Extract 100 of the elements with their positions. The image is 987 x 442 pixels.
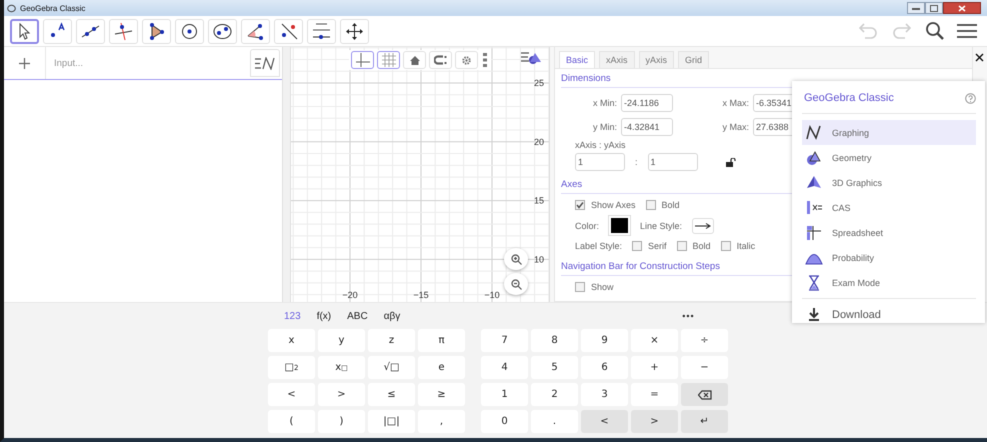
keyboard-key[interactable]: ≥ [418,383,465,406]
add-icon[interactable] [19,58,30,68]
keyboard-key[interactable]: 6 [581,356,628,379]
keyboard-key[interactable]: 0 [481,410,528,433]
padlock-icon[interactable] [726,158,736,166]
style-bar-button[interactable] [521,51,541,64]
more-button[interactable] [481,51,489,69]
ratio-field[interactable]: 1 [575,153,625,171]
keyboard-key[interactable]: ( [268,410,315,433]
keyboard-tab[interactable]: ABC [339,310,376,322]
menu-item[interactable]: Geometry [802,145,976,170]
input-field[interactable]: Input... [46,56,250,70]
axis-label: 20 [534,136,544,147]
field-label: x Max: [721,98,749,108]
maximize-button[interactable] [925,2,943,14]
keyboard-key[interactable]: 3 [581,383,628,406]
ratio-field[interactable]: 1 [648,153,698,171]
number-field[interactable]: -24.1186 [621,94,673,112]
menu-icon [957,23,977,39]
minimize-button[interactable] [907,2,925,14]
backspace-key[interactable] [681,383,728,406]
keyboard-key[interactable]: 8 [531,329,578,352]
keyboard-key[interactable]: y [318,329,365,352]
zoom-in-icon [510,254,522,264]
keyboard-key[interactable]: > [318,383,365,406]
keyboard-key[interactable]: |□| [368,410,415,433]
tool-button[interactable] [10,18,39,44]
keyboard-key[interactable]: π [418,329,465,352]
home-icon [410,56,420,64]
zoom-in-button[interactable] [504,248,528,270]
axis-label: 10 [534,254,544,264]
keyboard-tab[interactable]: 123 [276,310,309,322]
keyboard-key[interactable]: √□ [368,356,415,379]
settings-tab[interactable]: yAxis [638,51,674,68]
algebra-style-button[interactable] [250,49,280,77]
more-button[interactable]: ••• [682,311,695,321]
keyboard-key[interactable]: x [268,329,315,352]
keyboard-key[interactable]: 4 [481,356,528,379]
keyboard-key[interactable]: 7 [481,329,528,352]
axis-label: −15 [413,290,429,300]
keyboard-key[interactable]: 5 [531,356,578,379]
keyboard-key[interactable]: ÷ [681,329,728,352]
number-field[interactable]: -4.32841 [621,118,673,136]
axis-label: 15 [534,196,544,206]
color-swatch[interactable] [609,216,630,235]
keyboard-key[interactable]: . [531,410,578,433]
close-icon[interactable] [975,53,984,62]
settings-tab[interactable]: Basic [559,51,596,68]
checkbox[interactable] [676,241,687,251]
checkbox[interactable] [632,241,642,251]
menu-item[interactable]: Graphing [802,120,976,145]
line-style-button[interactable] [692,218,714,234]
field-label: xAxis : yAxis [575,140,626,150]
view-button[interactable] [429,51,452,69]
keyboard-key[interactable]: ≤ [368,383,415,406]
redo-icon [891,23,913,39]
keyboard-tab[interactable]: αβγ [376,310,408,322]
settings-tab[interactable]: xAxis [599,51,635,68]
pyramid-icon [805,174,823,191]
checkbox[interactable] [575,282,585,292]
checkbox[interactable] [575,200,585,210]
keyboard-tab[interactable]: f(x) [308,310,340,322]
keyboard-key[interactable]: e [418,356,465,379]
help-icon[interactable] [965,92,976,104]
menu-item[interactable]: Download [802,302,976,327]
view-icon [434,55,447,65]
keyboard-key[interactable]: − [681,356,728,379]
close-button[interactable] [943,2,981,14]
menu-item[interactable]: Spreadsheet [802,220,976,245]
home-button[interactable] [403,51,426,69]
keyboard-key[interactable]: < [268,383,315,406]
keyboard-key[interactable]: 2 [531,383,578,406]
grid-toggle[interactable] [377,51,400,69]
menu-button[interactable] [957,23,977,39]
keyboard-key[interactable]: < [581,410,628,433]
keyboard-key[interactable]: + [631,356,678,379]
keyboard-key[interactable]: ) [318,410,365,433]
arrow-icon [695,222,712,228]
keyboard-key[interactable]: > [631,410,678,433]
checkbox[interactable] [720,241,731,251]
keyboard-key[interactable]: 9 [581,329,628,352]
search-button[interactable] [925,21,945,41]
field-label: Label Style: [575,241,622,251]
menu-item[interactable]: CAS [802,195,976,220]
keyboard-key[interactable]: , [418,410,465,433]
zoom-out-button[interactable] [504,273,528,295]
keyboard-key[interactable]: ↵ [681,410,728,433]
axis-label: −10 [484,290,500,300]
curve-icon [805,124,823,141]
checkbox[interactable] [646,200,656,210]
settings-tab[interactable]: Grid [678,51,710,68]
axes-toggle[interactable] [351,51,374,69]
keyboard-key[interactable]: × [631,329,678,352]
app-icon [7,4,16,12]
zoom-out-icon [510,278,522,290]
checkbox-label: Italic [736,241,756,251]
settings-button[interactable] [455,51,478,69]
keyboard-key[interactable]: z [368,329,415,352]
keyboard-key[interactable]: 1 [481,383,528,406]
keyboard-key[interactable]: = [631,383,678,406]
